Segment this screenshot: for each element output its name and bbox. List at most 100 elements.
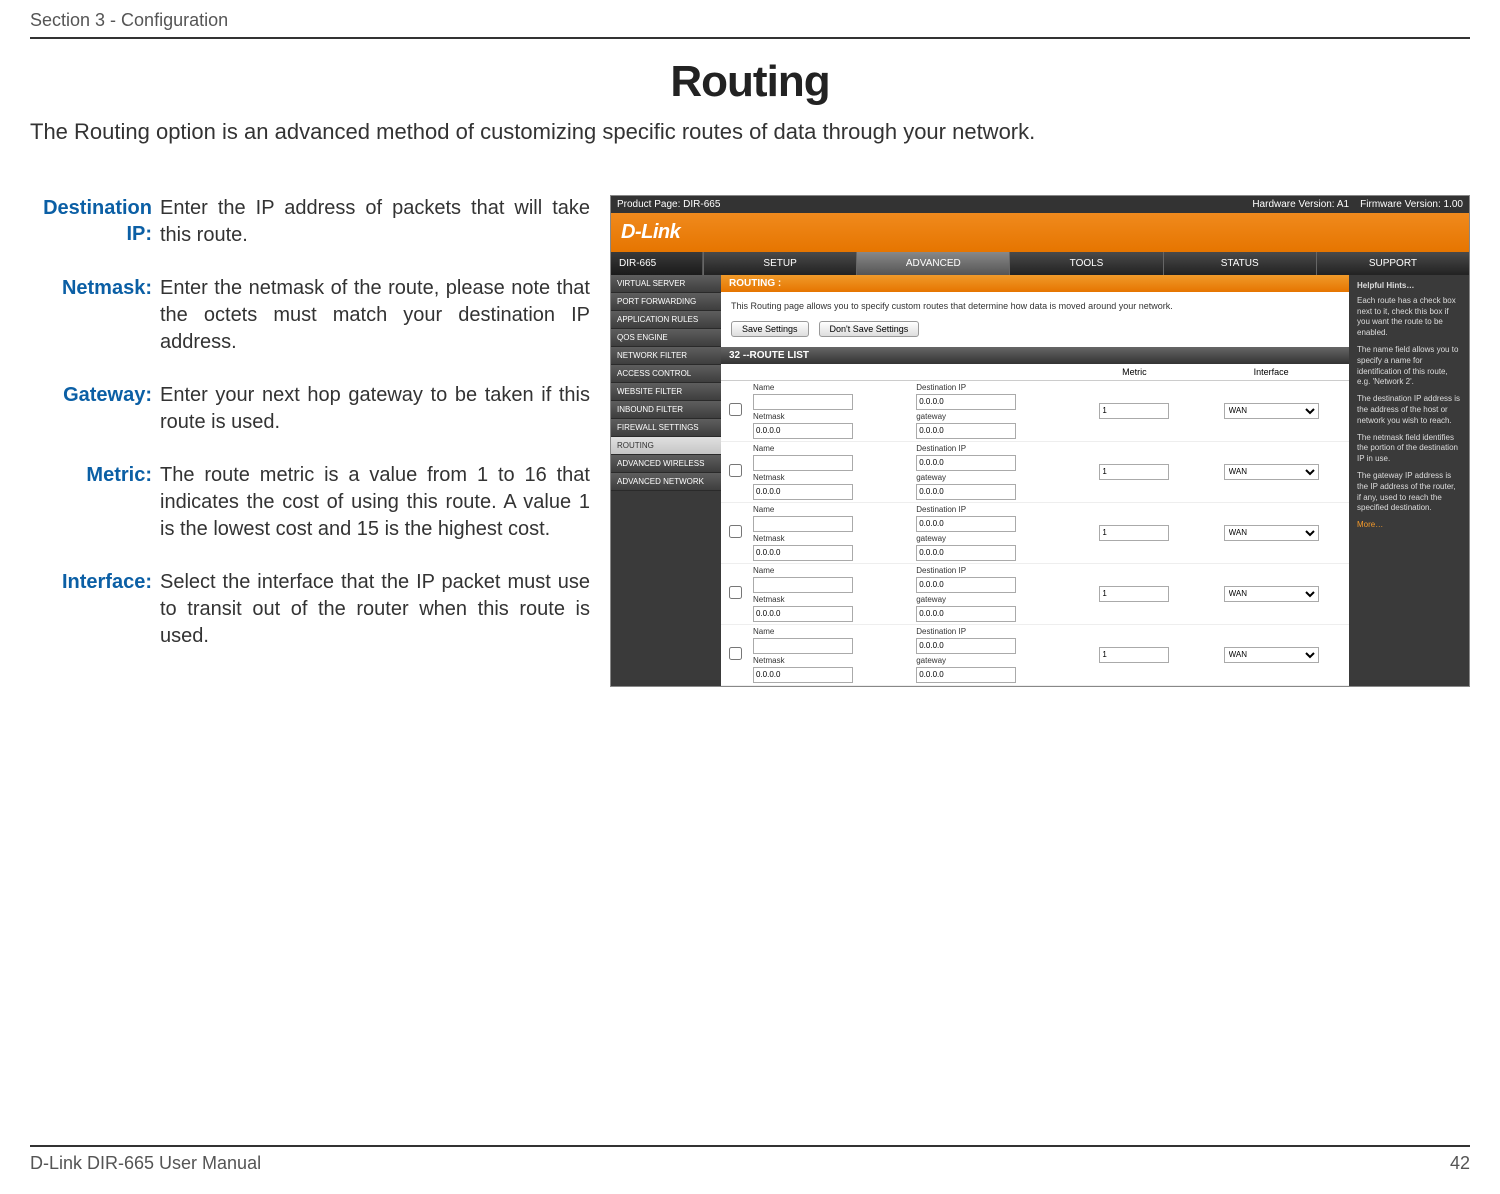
dest-ip-input[interactable] [916, 516, 1016, 532]
route-list-header: 32 --ROUTE LIST [721, 347, 1349, 364]
intro-text: The Routing option is an advanced method… [30, 119, 1470, 145]
label-dest-ip: Destination IP [916, 627, 1071, 636]
sidebar-item-virtual-server[interactable]: VIRTUAL SERVER [611, 275, 721, 293]
netmask-input[interactable] [753, 484, 853, 500]
label-gateway: gateway [916, 595, 1071, 604]
dest-ip-input[interactable] [916, 455, 1016, 471]
label-name: Name [753, 444, 908, 453]
gateway-input[interactable] [916, 545, 1016, 561]
interface-select[interactable]: WAN [1224, 586, 1319, 602]
label-name: Name [753, 566, 908, 575]
interface-select[interactable]: WAN [1224, 525, 1319, 541]
hints-p3: The destination IP address is the addres… [1357, 394, 1461, 426]
label-gateway: gateway [916, 534, 1071, 543]
hints-more-link[interactable]: More… [1357, 520, 1383, 529]
brand-logo: D-Link [611, 213, 1469, 252]
section-header-routing: ROUTING : [721, 275, 1349, 292]
metric-input[interactable] [1099, 647, 1169, 663]
footer-manual-title: D-Link DIR-665 User Manual [30, 1153, 261, 1174]
label-name: Name [753, 627, 908, 636]
gateway-input[interactable] [916, 484, 1016, 500]
interface-select[interactable]: WAN [1224, 647, 1319, 663]
sidebar-item-website-filter[interactable]: WEBSITE FILTER [611, 383, 721, 401]
dont-save-settings-button[interactable]: Don't Save Settings [819, 321, 920, 337]
name-input[interactable] [753, 638, 853, 654]
netmask-input[interactable] [753, 667, 853, 683]
router-admin-screenshot: Product Page: DIR-665 Hardware Version: … [610, 195, 1470, 687]
def-label-metric: Metric: [30, 462, 160, 543]
route-enable-checkbox[interactable] [729, 464, 742, 477]
tab-advanced[interactable]: ADVANCED [856, 252, 1009, 275]
label-dest-ip: Destination IP [916, 505, 1071, 514]
save-settings-button[interactable]: Save Settings [731, 321, 809, 337]
metric-input[interactable] [1099, 403, 1169, 419]
dest-ip-input[interactable] [916, 577, 1016, 593]
col-interface: Interface [1193, 364, 1349, 381]
def-label-destination-ip: Destination IP: [30, 195, 160, 249]
table-row: Name Netmask Destination IP gateway WAN [721, 380, 1349, 441]
sidebar: VIRTUAL SERVER PORT FORWARDING APPLICATI… [611, 275, 721, 686]
label-netmask: Netmask [753, 412, 908, 421]
label-gateway: gateway [916, 473, 1071, 482]
dest-ip-input[interactable] [916, 394, 1016, 410]
gateway-input[interactable] [916, 606, 1016, 622]
hints-p5: The gateway IP address is the IP address… [1357, 471, 1461, 514]
name-input[interactable] [753, 516, 853, 532]
col-metric: Metric [1075, 364, 1193, 381]
tab-status[interactable]: STATUS [1163, 252, 1316, 275]
metric-input[interactable] [1099, 525, 1169, 541]
sidebar-item-inbound-filter[interactable]: INBOUND FILTER [611, 401, 721, 419]
def-label-gateway: Gateway: [30, 382, 160, 436]
sidebar-item-port-forwarding[interactable]: PORT FORWARDING [611, 293, 721, 311]
fw-version-label: Firmware Version: 1.00 [1360, 199, 1463, 210]
metric-input[interactable] [1099, 464, 1169, 480]
name-input[interactable] [753, 577, 853, 593]
label-name: Name [753, 383, 908, 392]
route-enable-checkbox[interactable] [729, 586, 742, 599]
label-netmask: Netmask [753, 656, 908, 665]
label-gateway: gateway [916, 412, 1071, 421]
model-label: DIR-665 [611, 252, 703, 275]
netmask-input[interactable] [753, 423, 853, 439]
sidebar-item-firewall-settings[interactable]: FIREWALL SETTINGS [611, 419, 721, 437]
def-text-destination-ip: Enter the IP address of packets that wil… [160, 195, 590, 249]
interface-select[interactable]: WAN [1224, 464, 1319, 480]
hw-version-label: Hardware Version: A1 [1252, 199, 1349, 210]
table-row: Name Netmask Destination IP gateway WAN [721, 563, 1349, 624]
gateway-input[interactable] [916, 667, 1016, 683]
sidebar-item-application-rules[interactable]: APPLICATION RULES [611, 311, 721, 329]
interface-select[interactable]: WAN [1224, 403, 1319, 419]
def-text-interface: Select the interface that the IP packet … [160, 569, 590, 650]
route-enable-checkbox[interactable] [729, 525, 742, 538]
tab-setup[interactable]: SETUP [703, 252, 856, 275]
gateway-input[interactable] [916, 423, 1016, 439]
doc-section-header: Section 3 - Configuration [30, 10, 1470, 39]
def-text-netmask: Enter the netmask of the route, please n… [160, 275, 590, 356]
hints-p1: Each route has a check box next to it, c… [1357, 296, 1461, 339]
helpful-hints-panel: Helpful Hints… Each route has a check bo… [1349, 275, 1469, 686]
sidebar-item-advanced-network[interactable]: ADVANCED NETWORK [611, 473, 721, 491]
hints-p4: The netmask field identifies the portion… [1357, 433, 1461, 465]
name-input[interactable] [753, 455, 853, 471]
dest-ip-input[interactable] [916, 638, 1016, 654]
label-dest-ip: Destination IP [916, 566, 1071, 575]
sidebar-item-routing[interactable]: ROUTING [611, 437, 721, 455]
sidebar-item-network-filter[interactable]: NETWORK FILTER [611, 347, 721, 365]
def-label-interface: Interface: [30, 569, 160, 650]
definitions-column: Destination IP: Enter the IP address of … [30, 195, 590, 676]
tab-support[interactable]: SUPPORT [1316, 252, 1469, 275]
name-input[interactable] [753, 394, 853, 410]
metric-input[interactable] [1099, 586, 1169, 602]
sidebar-item-access-control[interactable]: ACCESS CONTROL [611, 365, 721, 383]
table-row: Name Netmask Destination IP gateway WAN [721, 624, 1349, 685]
netmask-input[interactable] [753, 606, 853, 622]
label-netmask: Netmask [753, 534, 908, 543]
label-netmask: Netmask [753, 595, 908, 604]
label-name: Name [753, 505, 908, 514]
sidebar-item-advanced-wireless[interactable]: ADVANCED WIRELESS [611, 455, 721, 473]
netmask-input[interactable] [753, 545, 853, 561]
tab-tools[interactable]: TOOLS [1009, 252, 1162, 275]
sidebar-item-qos-engine[interactable]: QOS ENGINE [611, 329, 721, 347]
route-enable-checkbox[interactable] [729, 403, 742, 416]
route-enable-checkbox[interactable] [729, 647, 742, 660]
